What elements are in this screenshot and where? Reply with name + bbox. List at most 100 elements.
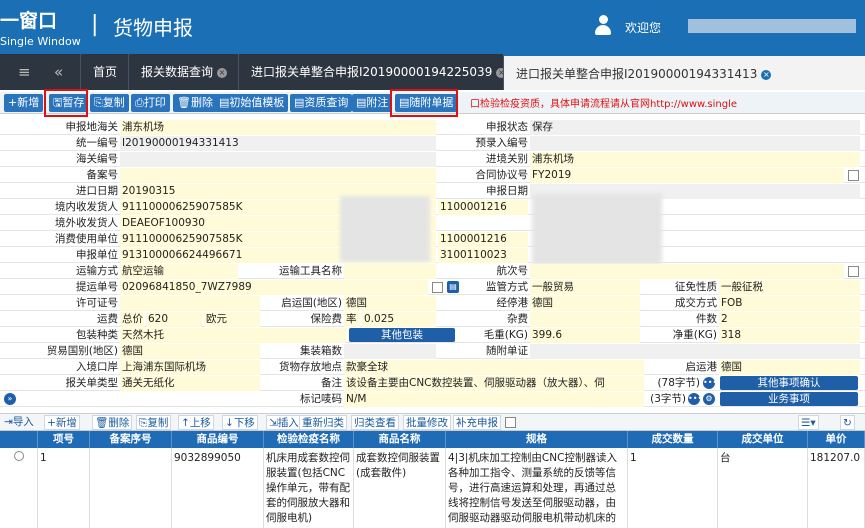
mark-field[interactable]: N/M [344,392,644,407]
record-no-field[interactable] [120,168,436,183]
other-pack-button[interactable]: 其他包装 [349,328,455,342]
qualify-query-button[interactable]: ▤资质查询 [290,94,353,112]
container-count-field [344,344,436,359]
collapse-left-icon[interactable]: « [54,54,63,90]
move-down-button[interactable]: ↓下移 [222,415,258,430]
header-goods-name[interactable]: 商品名称 [354,431,446,448]
business-button[interactable]: 业务事项 [720,392,858,406]
more-icon[interactable]: ••• [688,393,702,405]
voyage-field[interactable] [530,264,844,279]
header-record-no[interactable]: 备案序号 [90,431,172,448]
refresh-icon[interactable]: ↻ [840,415,855,430]
supervision-field[interactable]: 一般贸易 [530,280,640,295]
header-qty[interactable]: 成交数量 [628,431,718,448]
bill-of-lading-field[interactable]: 02096841850_7WZ7989 [120,280,428,295]
template-button[interactable]: ▤初始值模板 [215,94,289,112]
field-label: 标记唛码 [300,393,342,405]
form-row: 申报单位 913100006624496671 3100110023 [0,248,865,263]
classify-view-button[interactable]: 归类查看 [351,415,399,430]
menu-icon[interactable]: ≡ [18,54,31,90]
misc-fee-field[interactable] [530,312,640,327]
header-goods-code[interactable]: 商品编号 [172,431,264,448]
checkbox[interactable] [432,282,443,293]
freight-currency-field[interactable]: 欧元 [204,312,260,327]
declaration-type-field[interactable]: 通关无纸化 [120,376,260,391]
transport-mode-field[interactable]: 航空运输 [120,264,238,279]
field-label: 监管方式 [486,281,528,293]
contract-field[interactable]: FY2019 [530,168,844,183]
license-field[interactable] [120,296,260,311]
field-label: 统一编号 [76,137,118,149]
tax-nature-field[interactable]: 一般征税 [719,280,860,295]
insert-button[interactable]: ⇲插入 [266,415,302,430]
status-field: 保存 [530,120,860,135]
header-item-no[interactable]: 项号 [38,431,90,448]
trade-country-field[interactable]: 德国 [120,344,260,359]
pieces-field[interactable]: 2 [719,312,860,327]
new-button[interactable]: +新增 [4,94,44,112]
checkbox[interactable] [848,266,859,277]
pack-type-field[interactable]: 天然木托 [120,328,346,343]
header-price[interactable]: 单价 [808,431,865,448]
consignee-ciq-field[interactable]: 1100001216 [438,200,528,215]
checkbox[interactable] [505,417,516,428]
transit-port-field[interactable]: 德国 [530,296,640,311]
expand-icon[interactable]: » [4,393,16,405]
insurance-type-field[interactable]: 率 [344,312,360,327]
user-icon[interactable] [595,15,611,35]
delete-row-button[interactable]: 🗑删除 [92,415,133,430]
copy-button[interactable]: ⎘复制 [90,94,129,112]
cell-item-no: 1 [38,448,90,528]
insurance-value-field[interactable]: 0.025 [362,312,436,327]
origin-country-field[interactable]: 德国 [344,296,436,311]
freight-value-field[interactable]: 620 [146,312,202,327]
other-confirm-button[interactable]: 其他事项确认 [720,376,858,390]
tab-declaration-1[interactable]: 进口报关单整合申报I20190000194225039 × [238,54,518,90]
field-label: 贸易国别(地区) [46,345,118,357]
more-icon[interactable]: ••• [703,377,717,389]
declarant-ciq-field[interactable]: 3100110023 [438,248,528,263]
attach-note-button[interactable]: ▤附注 [352,94,393,112]
field-label: 随附单证 [486,345,528,357]
import-button[interactable]: ⇥导入 [2,415,36,430]
form-row: 进口日期 20190315 申报日期 [0,184,865,199]
delete-button[interactable]: 🗑删除 [173,94,217,112]
vehicle-field[interactable] [344,264,436,279]
reclassify-button[interactable]: 重新归类 [299,415,347,430]
remark-field[interactable]: 该设备主要由CNC数控装置、伺服驱动器（放大器）、伺 [344,376,644,391]
field-label: 包装种类 [76,329,118,341]
gross-weight-field[interactable]: 399.6 [530,328,640,343]
row-radio[interactable] [0,448,38,528]
close-icon[interactable]: × [761,69,772,80]
header-ciq-name[interactable]: 检验检疫名称 [264,431,354,448]
document-icon[interactable]: ▤ [447,281,459,293]
entry-customs-field[interactable]: 浦东机场 [530,152,860,167]
tab-query[interactable]: 报关数据查询 × [128,54,239,90]
batch-edit-button[interactable]: 批量修改 [403,415,451,430]
add-row-button[interactable]: +新增 [44,415,80,430]
consumer-ciq-field[interactable]: 1100001216 [438,232,528,247]
grid-header: 项号 备案序号 商品编号 检验检疫名称 商品名称 规格 成交数量 成交单位 单价 [0,431,865,448]
departure-port-field[interactable]: 德国 [719,360,860,375]
close-icon[interactable]: × [217,67,228,78]
field-label: 提运单号 [76,281,118,293]
net-weight-field[interactable]: 318 [719,328,860,343]
supplement-button[interactable]: 补充申报 [453,415,501,430]
tab-declaration-2[interactable]: 进口报关单整合申报I20190000194331413 × [503,54,865,90]
declare-customs-field[interactable]: 浦东机场 [120,120,436,135]
storage-field[interactable]: 款豪全球 [344,360,644,375]
header-unit[interactable]: 成交单位 [718,431,808,448]
deal-mode-field[interactable]: FOB [719,296,860,311]
unified-no-field: I20190000194331413 [120,136,436,151]
entry-port-field[interactable]: 上海浦东国际机场 [120,360,260,375]
cell-goods-code: 9032899050 [172,448,264,528]
tab-home[interactable]: 首页 [80,54,129,90]
move-up-button[interactable]: ↑上移 [178,415,214,430]
header-spec[interactable]: 规格 [446,431,628,448]
checkbox[interactable] [848,170,859,181]
print-button[interactable]: ⎙打印 [131,94,170,112]
freight-type-field[interactable]: 总价 [120,312,144,327]
column-menu-icon[interactable]: ☰▾ [798,415,819,430]
copy-row-button[interactable]: ⎘复制 [136,415,172,430]
settings-icon[interactable]: ⚙ [703,393,715,405]
